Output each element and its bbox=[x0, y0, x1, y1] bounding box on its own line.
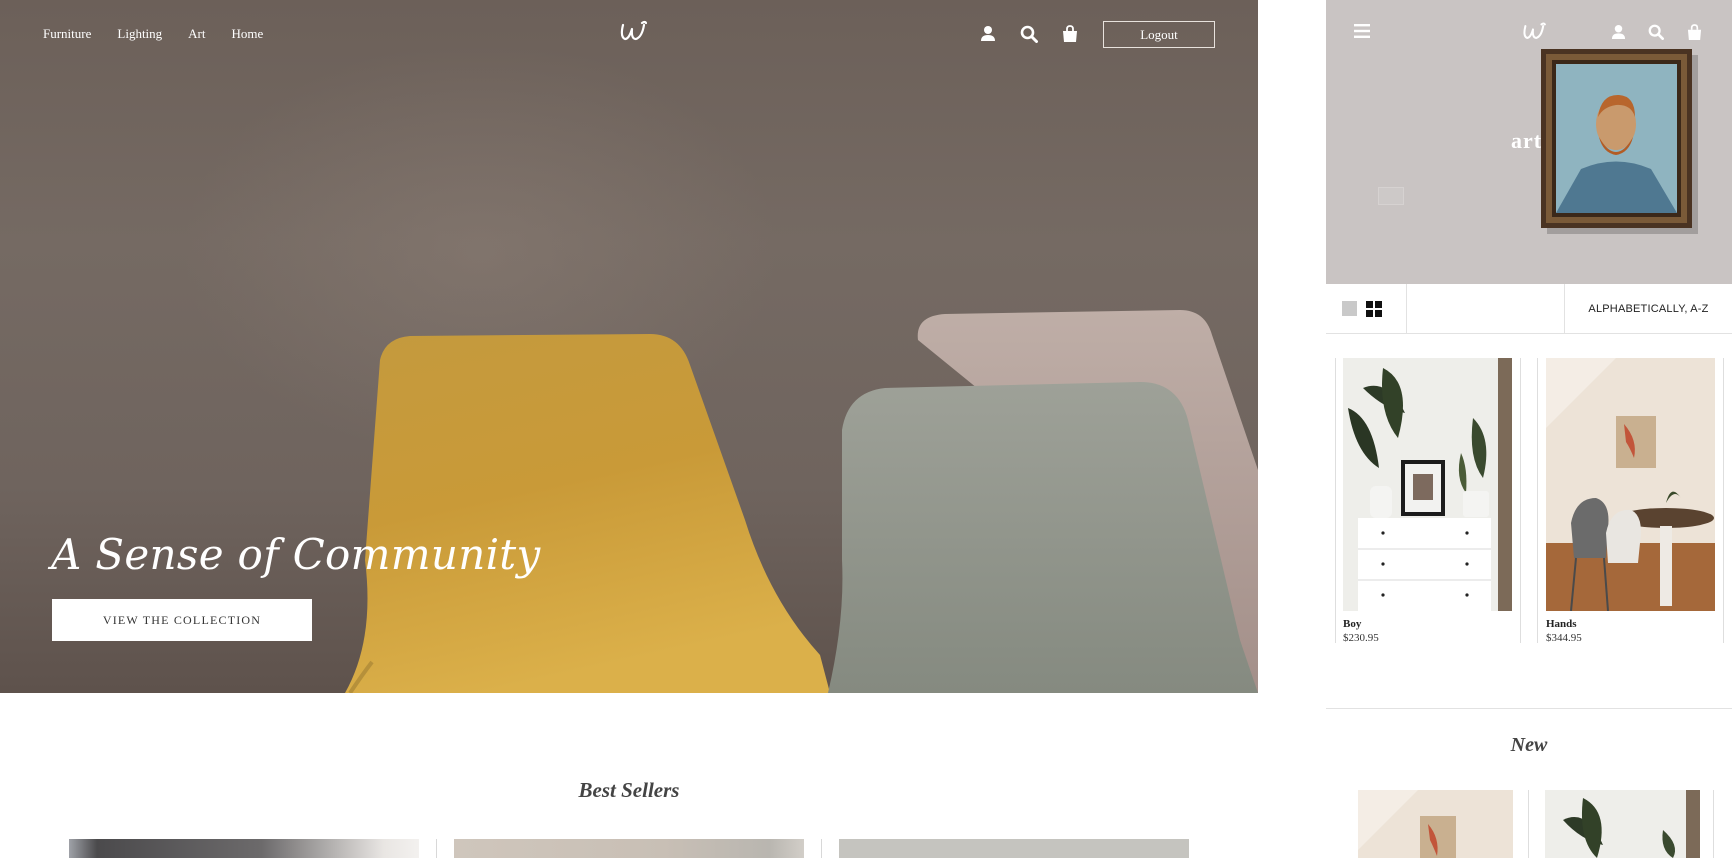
nav-art[interactable]: Art bbox=[188, 26, 205, 42]
grid-single-icon[interactable] bbox=[1342, 301, 1357, 316]
best-seller-card[interactable] bbox=[69, 839, 419, 858]
product-price: $344.95 bbox=[1546, 632, 1582, 644]
hero-chairs-image bbox=[345, 310, 1258, 693]
collection-banner: art bbox=[1326, 0, 1732, 284]
shopping-bag-icon[interactable] bbox=[1685, 23, 1703, 41]
hero-banner: Furniture Lighting Art Home Logout A Sen… bbox=[0, 0, 1258, 693]
hero-title: A Sense of Community bbox=[51, 530, 541, 579]
search-icon[interactable] bbox=[1647, 23, 1665, 41]
divider bbox=[1520, 358, 1521, 643]
section-divider bbox=[1326, 708, 1732, 709]
framed-painting-image bbox=[1541, 49, 1698, 234]
collection-toolbar: ALPHABETICALLY, A-Z bbox=[1326, 284, 1732, 334]
collection-title: art bbox=[1511, 128, 1543, 153]
product-price: $230.95 bbox=[1343, 632, 1379, 644]
divider bbox=[1723, 358, 1724, 643]
best-sellers-title: Best Sellers bbox=[578, 778, 680, 802]
wall-placard bbox=[1378, 187, 1404, 205]
product-image-boy[interactable] bbox=[1343, 358, 1512, 611]
logout-button[interactable]: Logout bbox=[1103, 21, 1215, 48]
divider bbox=[1528, 790, 1529, 858]
best-seller-card[interactable] bbox=[454, 839, 804, 858]
divider bbox=[821, 839, 822, 858]
product-name[interactable]: Hands bbox=[1546, 618, 1577, 630]
divider bbox=[1335, 358, 1336, 643]
brand-logo[interactable] bbox=[617, 19, 647, 45]
desktop-home-page: Furniture Lighting Art Home Logout A Sen… bbox=[0, 0, 1258, 858]
new-product-image[interactable] bbox=[1358, 790, 1513, 858]
brand-logo[interactable] bbox=[1520, 21, 1546, 43]
sort-select[interactable]: ALPHABETICALLY, A-Z bbox=[1564, 284, 1732, 334]
user-icon[interactable] bbox=[978, 24, 997, 43]
header-icons bbox=[978, 24, 1079, 43]
mobile-collection-page: art ALPHABETICALLY, A-Z Boy $230.95 Hand… bbox=[1326, 0, 1732, 858]
mobile-header-icons bbox=[1609, 23, 1703, 41]
nav-home[interactable]: Home bbox=[232, 26, 264, 42]
product-image-hands[interactable] bbox=[1546, 358, 1715, 611]
menu-icon[interactable] bbox=[1354, 24, 1370, 43]
user-icon[interactable] bbox=[1609, 23, 1627, 41]
divider bbox=[1537, 358, 1538, 643]
new-product-image[interactable] bbox=[1545, 790, 1700, 858]
grid-double-icon[interactable] bbox=[1366, 301, 1382, 317]
view-toggle bbox=[1326, 284, 1407, 334]
nav-lighting[interactable]: Lighting bbox=[117, 26, 162, 42]
search-icon[interactable] bbox=[1019, 24, 1038, 43]
product-name[interactable]: Boy bbox=[1343, 618, 1361, 630]
divider bbox=[1713, 790, 1714, 858]
main-nav: Furniture Lighting Art Home bbox=[43, 26, 263, 42]
view-collection-button[interactable]: VIEW THE COLLECTION bbox=[52, 599, 312, 641]
new-section-title: New bbox=[1510, 734, 1548, 756]
best-seller-card[interactable] bbox=[839, 839, 1189, 858]
nav-furniture[interactable]: Furniture bbox=[43, 26, 91, 42]
divider bbox=[436, 839, 437, 858]
shopping-bag-icon[interactable] bbox=[1060, 24, 1079, 43]
